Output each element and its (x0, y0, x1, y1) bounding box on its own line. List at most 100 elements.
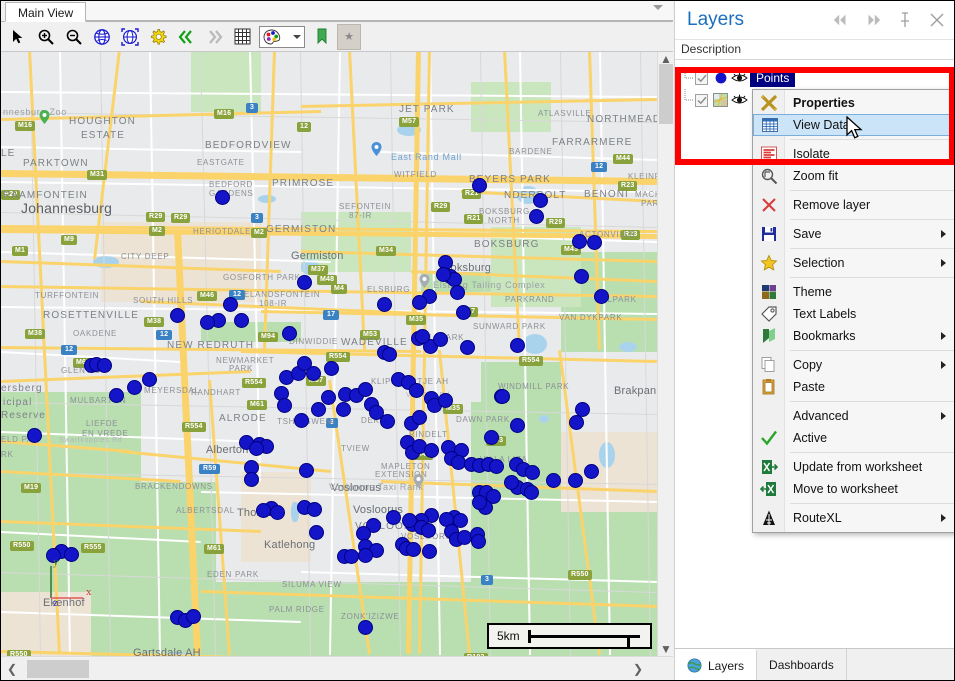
map-point-marker[interactable] (569, 415, 584, 430)
globe-extent-icon[interactable] (117, 24, 143, 50)
context-menu-item-remove-layer[interactable]: Remove layer (753, 194, 954, 216)
map-point-marker[interactable] (297, 356, 312, 371)
map-point-marker[interactable] (456, 305, 471, 320)
map-point-marker[interactable] (471, 534, 486, 549)
bookmark-icon[interactable] (309, 24, 335, 50)
map-point-marker[interactable] (572, 234, 587, 249)
map-point-marker[interactable] (358, 620, 373, 635)
map-point-marker[interactable] (422, 544, 437, 559)
map-point-marker[interactable] (510, 338, 525, 353)
context-menu-item-zoom-fit[interactable]: Zoom fit (753, 165, 954, 187)
map-point-marker[interactable] (525, 465, 540, 480)
expand-right-icon[interactable] (864, 11, 882, 29)
close-icon[interactable] (928, 11, 946, 29)
chevron-down-icon[interactable] (293, 34, 301, 39)
context-menu-item-active[interactable]: Active (753, 427, 954, 449)
map-canvas[interactable]: M16 M16 3 12 M31 R29 3 M2 M2 M9 M1 M37 M48 M46 12 M4 M38… (1, 52, 657, 656)
map-point-marker[interactable] (574, 269, 589, 284)
grid-icon[interactable] (229, 24, 255, 50)
gear-icon[interactable] (145, 24, 171, 50)
map-point-marker[interactable] (495, 389, 510, 404)
map-point-marker[interactable] (336, 402, 351, 417)
context-menu-item-routexl[interactable]: RouteXL (753, 507, 954, 529)
scroll-right-icon[interactable]: ❯ (627, 657, 649, 680)
map-point-marker[interactable] (386, 510, 401, 525)
map-point-marker[interactable] (97, 358, 112, 373)
context-menu-item-theme[interactable]: Theme (753, 281, 954, 303)
map-point-marker[interactable] (484, 430, 499, 445)
map-point-marker[interactable] (277, 398, 292, 413)
map-point-marker[interactable] (223, 297, 238, 312)
map-point-marker[interactable] (546, 473, 561, 488)
context-menu-item-properties[interactable]: Properties (753, 92, 954, 114)
next-view-icon[interactable] (201, 24, 227, 50)
layer-row-points[interactable]: Points (675, 67, 954, 89)
globe-icon[interactable] (89, 24, 115, 50)
tab-dashboards[interactable]: Dashboards (757, 649, 847, 680)
context-menu-item-view-data[interactable]: View Data... (753, 114, 954, 136)
context-menu-item-selection[interactable]: Selection (753, 252, 954, 274)
map-point-marker[interactable] (270, 505, 285, 520)
map-point-marker[interactable] (249, 441, 264, 456)
map-point-marker[interactable] (344, 549, 359, 564)
zoom-in-icon[interactable] (33, 24, 59, 50)
map-point-marker[interactable] (27, 428, 42, 443)
map-point-marker[interactable] (489, 459, 504, 474)
map-point-marker[interactable] (594, 289, 609, 304)
map-point-marker[interactable] (244, 472, 259, 487)
map-point-marker[interactable] (170, 308, 185, 323)
map-point-marker[interactable] (424, 443, 439, 458)
map-point-marker[interactable] (472, 178, 487, 193)
context-menu-item-text-labels[interactable]: Text Labels (753, 303, 954, 325)
scroll-left-icon[interactable]: ❮ (1, 657, 23, 680)
map-point-marker[interactable] (109, 388, 124, 403)
scroll-down-icon[interactable]: ▼ (658, 642, 674, 656)
map-point-marker[interactable] (433, 332, 448, 347)
layer-checkbox-points[interactable] (695, 71, 708, 85)
map-point-marker[interactable] (524, 485, 539, 500)
map-point-marker[interactable] (294, 413, 309, 428)
map-point-marker[interactable] (584, 464, 599, 479)
map-point-marker[interactable] (282, 326, 297, 341)
map-point-marker[interactable] (412, 410, 427, 425)
eye-visibility-icon-points[interactable] (731, 70, 748, 86)
map-point-marker[interactable] (533, 193, 548, 208)
palette-dropdown[interactable] (259, 25, 305, 48)
map-point-marker[interactable] (256, 503, 271, 518)
tab-main-view[interactable]: Main View (5, 2, 87, 22)
map-point-marker[interactable] (406, 542, 421, 557)
map-point-marker[interactable] (215, 190, 230, 205)
map-point-marker[interactable] (297, 275, 312, 290)
map-point-marker[interactable] (472, 495, 487, 510)
vertical-scroll-thumb[interactable] (659, 64, 673, 124)
map-point-marker[interactable] (200, 315, 215, 330)
layer-checkbox-google[interactable] (695, 93, 708, 107)
context-menu-item-bookmarks[interactable]: Bookmarks (753, 325, 954, 347)
map-point-marker[interactable] (568, 473, 583, 488)
map-point-marker[interactable] (402, 513, 417, 528)
eye-visibility-icon-google[interactable] (731, 92, 748, 108)
map-point-marker[interactable] (311, 402, 326, 417)
map-point-marker[interactable] (380, 414, 395, 429)
collapse-left-icon[interactable] (832, 11, 850, 29)
previous-view-icon[interactable] (173, 24, 199, 50)
map-point-marker[interactable] (412, 295, 427, 310)
map-point-marker[interactable] (450, 285, 465, 300)
map-point-marker[interactable] (186, 609, 201, 624)
map-horizontal-scrollbar[interactable]: ❮ ❯ (1, 656, 673, 680)
map-point-marker[interactable] (529, 209, 544, 224)
map-point-marker[interactable] (421, 523, 436, 538)
context-menu-item-isolate[interactable]: Isolate (753, 143, 954, 165)
map-point-marker[interactable] (324, 361, 339, 376)
map-point-marker[interactable] (510, 418, 525, 433)
zoom-out-icon[interactable] (61, 24, 87, 50)
map-point-marker[interactable] (436, 267, 451, 282)
map-point-marker[interactable] (438, 393, 453, 408)
map-point-marker[interactable] (358, 382, 373, 397)
select-arrow-icon[interactable] (5, 24, 31, 50)
map-point-marker[interactable] (309, 525, 324, 540)
context-menu-item-save[interactable]: Save (753, 223, 954, 245)
pin-icon[interactable] (896, 11, 914, 29)
map-point-marker[interactable] (307, 502, 322, 517)
map-point-marker[interactable] (142, 372, 157, 387)
